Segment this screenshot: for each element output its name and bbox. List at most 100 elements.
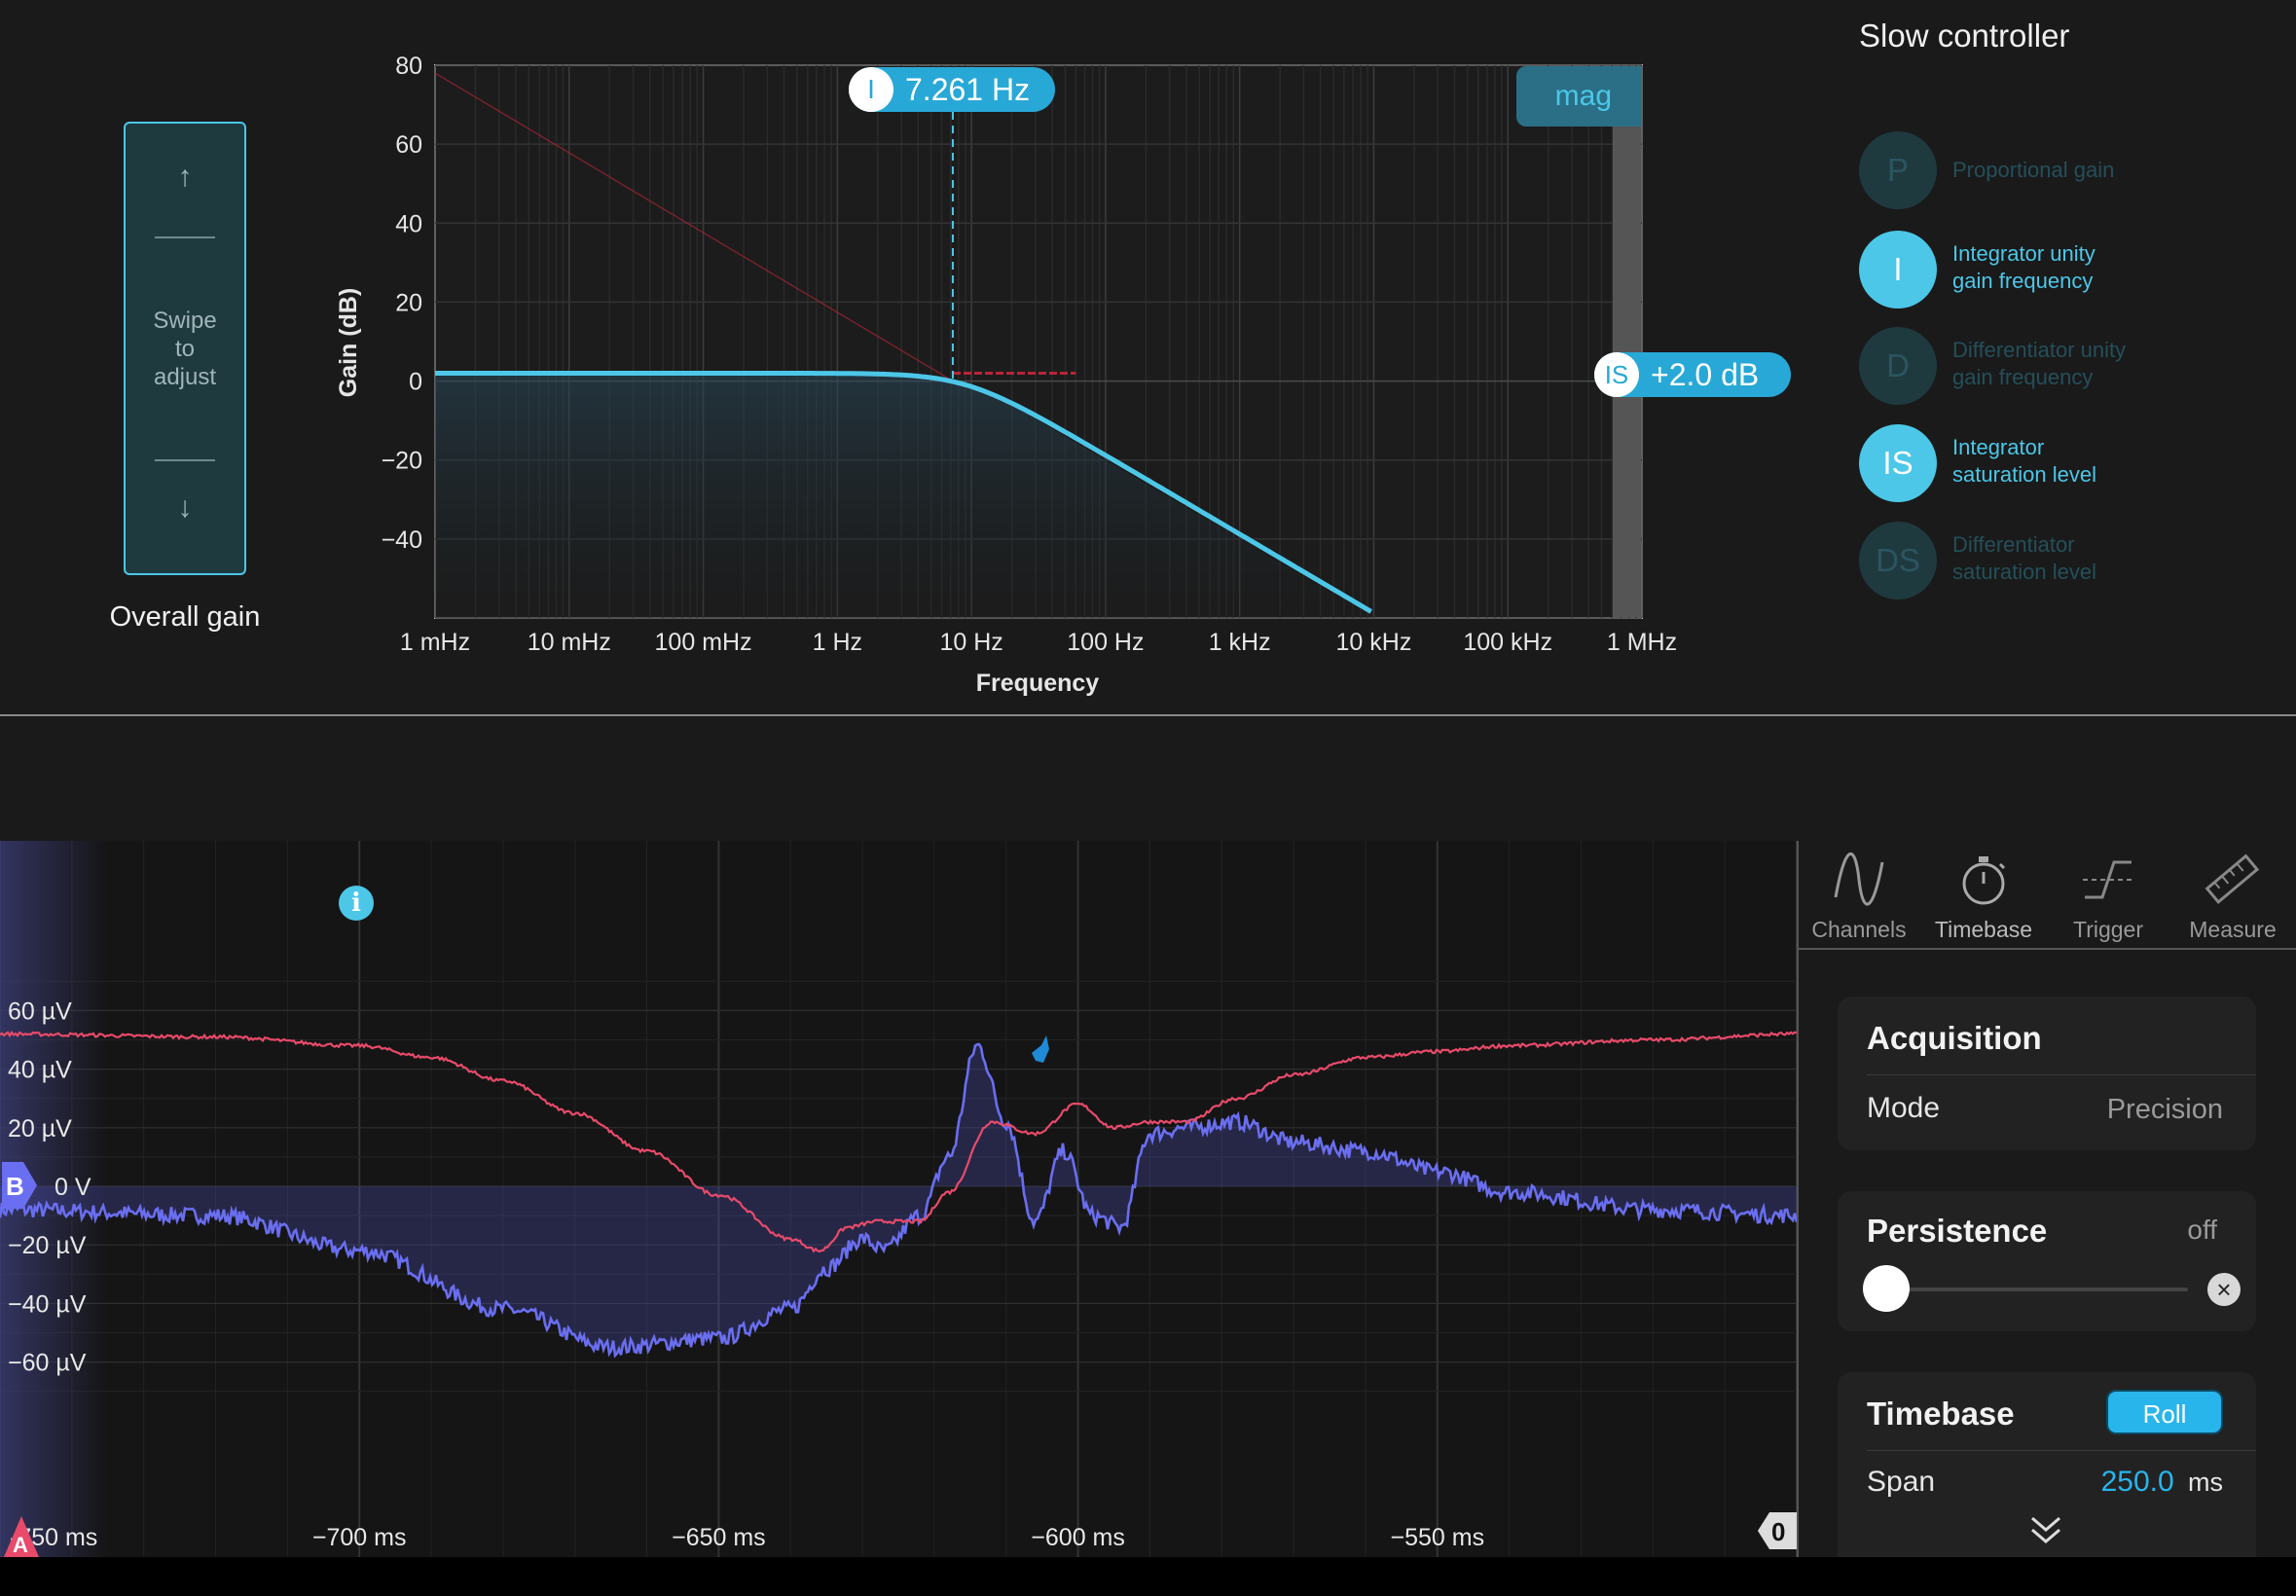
bode-y-tick-label: 0 (409, 369, 422, 396)
scope-x-tick-label: −700 ms (312, 1524, 407, 1551)
bode-x-tick-label: 1 MHz (1607, 629, 1677, 656)
term-label: Differentiator unity gain frequency (1952, 337, 2244, 391)
persistence-slider-thumb[interactable] (1863, 1265, 1910, 1312)
acquisition-card: Acquisition Mode Precision (1838, 997, 2256, 1150)
bode-y-tick-label: 80 (395, 53, 422, 80)
tab-trigger[interactable]: Trigger (2046, 851, 2170, 943)
term-badge: I (1859, 231, 1937, 308)
span-label: Span (1867, 1466, 1936, 1498)
bode-y-axis-label: Gain (dB) (335, 288, 362, 398)
ruler-icon (2205, 853, 2260, 904)
timebase-card: Timebase Roll Span 250.0 ms (1838, 1372, 2256, 1557)
trigger-badge: 0 (1771, 1517, 1785, 1546)
info-icon[interactable]: i (339, 886, 374, 921)
bode-y-tick-label: 60 (395, 131, 422, 159)
saturation-level-marker[interactable]: IS +2.0 dB (1594, 352, 1791, 397)
bode-x-tick-label: 10 Hz (939, 629, 1002, 656)
mode-value[interactable]: Precision (2107, 1094, 2223, 1126)
bode-x-tick-label: 10 kHz (1336, 629, 1412, 656)
channel-b-fill (0, 1044, 1797, 1356)
marker-letter: IS (1594, 352, 1639, 397)
tab-timebase[interactable]: Timebase (1921, 851, 2046, 943)
persistence-slider-track[interactable] (1886, 1288, 2188, 1291)
tab-label: Channels (1811, 917, 1907, 942)
bode-x-tick-label: 1 mHz (400, 629, 470, 656)
bottom-bar (0, 1557, 2296, 1596)
scope-y-tick-label: −20 µV (8, 1232, 87, 1259)
stopwatch-icon (1962, 856, 2006, 905)
clear-icon[interactable]: × (2207, 1273, 2241, 1306)
tab-label: Timebase (1934, 917, 2033, 942)
scope-y-tick-label: 20 µV (8, 1115, 72, 1143)
roll-button[interactable]: Roll (2106, 1390, 2223, 1434)
term-badge: DS (1859, 522, 1937, 599)
mode-label: Mode (1867, 1092, 1941, 1124)
marker-value: +2.0 dB (1651, 357, 1760, 392)
term-label-line: Integrator (1952, 435, 2045, 459)
scope-y-tick-label: −40 µV (8, 1290, 87, 1318)
slow-controller-title: Slow controller (1859, 18, 2070, 54)
controller-term-p[interactable]: P Proportional gain (1859, 131, 2268, 211)
scope-y-tick-label: −60 µV (8, 1350, 87, 1377)
integrator-frequency-marker[interactable]: I 7.261 Hz (849, 67, 1055, 112)
scope-y-tick-label: 0 V (55, 1174, 91, 1201)
divider (1867, 1450, 2256, 1451)
bode-x-axis-label: Frequency (976, 670, 1100, 697)
controller-term-d[interactable]: D Differentiator unity gain frequency (1859, 327, 2268, 407)
mag-tab[interactable]: mag (1516, 66, 1641, 127)
mag-tab-label: mag (1554, 80, 1612, 112)
bode-x-tick-label: 1 Hz (813, 629, 862, 656)
term-label: Integrator saturation level (1952, 434, 2244, 489)
oscilloscope-plot[interactable]: 60 µV 40 µV 20 µV 0 V −20 µV −40 µV −60 µV -75… (0, 841, 1797, 1557)
bode-y-tick-label: 40 (395, 210, 422, 237)
term-label-line: Proportional gain (1952, 158, 2115, 182)
term-label-line: saturation level (1952, 462, 2096, 487)
marker-value: 7.261 Hz (905, 72, 1031, 107)
scope-y-tick-label: 40 µV (8, 1057, 72, 1084)
scope-x-tick-label: −600 ms (1031, 1524, 1125, 1551)
term-label-line: gain frequency (1952, 269, 2094, 293)
persistence-value: off (2187, 1215, 2217, 1245)
controller-term-is[interactable]: IS Integrator saturation level (1859, 424, 2268, 504)
trigger-edge-icon (2083, 860, 2133, 899)
bode-y-tick-label: −40 (382, 526, 422, 554)
channel-b-badge: B (6, 1172, 24, 1201)
acquisition-title: Acquisition (1867, 1020, 2042, 1056)
bode-x-tick-label: 100 mHz (655, 629, 752, 656)
term-badge: P (1859, 131, 1937, 209)
section-divider (0, 714, 2296, 716)
bode-x-tick-label: 100 Hz (1067, 629, 1144, 656)
term-badge: IS (1859, 424, 1937, 502)
scope-x-tick-label: −550 ms (1391, 1524, 1485, 1551)
term-label-line: saturation level (1952, 560, 2096, 584)
span-control[interactable]: 250.0 ms (2101, 1466, 2223, 1499)
sine-wave-icon (1834, 852, 1884, 906)
term-label: Proportional gain (1952, 157, 2244, 184)
channel-a-badge: A (13, 1533, 28, 1557)
persistence-card: Persistence off × (1838, 1191, 2256, 1331)
tab-bar-divider (1799, 948, 2296, 950)
scope-y-tick-label: 60 µV (8, 998, 72, 1025)
controller-term-ds[interactable]: DS Differentiator saturation level (1859, 522, 2268, 601)
bode-x-tick-label: 100 kHz (1463, 629, 1552, 656)
scope-x-tick-label: −650 ms (672, 1524, 766, 1551)
tab-label: Trigger (2073, 917, 2143, 942)
bode-y-tick-label: −20 (382, 448, 422, 475)
tab-channels[interactable]: Channels (1797, 851, 1921, 943)
bode-x-tick-label: 10 mHz (528, 629, 611, 656)
term-label: Integrator unity gain frequency (1952, 240, 2244, 295)
term-label-line: Differentiator unity (1952, 338, 2127, 362)
bode-x-tick-label: 1 kHz (1209, 629, 1271, 656)
timebase-title: Timebase (1867, 1396, 2015, 1432)
term-badge: D (1859, 327, 1937, 405)
tab-measure[interactable]: Measure (2170, 851, 2295, 943)
persistence-title: Persistence (1867, 1213, 2048, 1249)
bode-y-tick-label: 20 (395, 289, 422, 316)
chevron-down-icon[interactable] (2028, 1514, 2063, 1547)
term-label-line: Differentiator (1952, 532, 2075, 557)
term-label-line: Integrator unity (1952, 241, 2096, 266)
divider (1867, 1074, 2256, 1075)
controller-term-i[interactable]: I Integrator unity gain frequency (1859, 231, 2268, 310)
trigger-position-marker[interactable]: 0 (1758, 1512, 1797, 1549)
tab-label: Measure (2189, 917, 2277, 942)
